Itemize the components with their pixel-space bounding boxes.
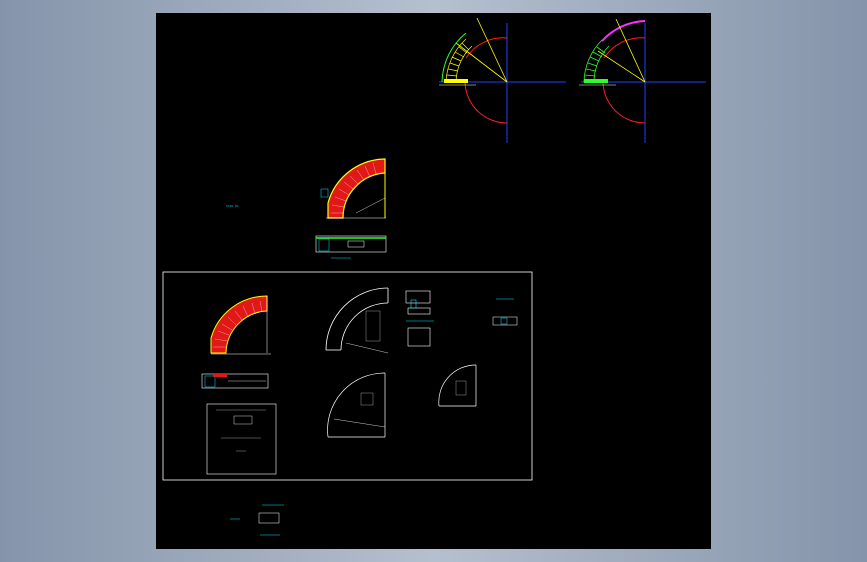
angle-line	[355, 197, 386, 214]
front-view-frame	[407, 327, 431, 347]
dimension-line	[333, 418, 386, 428]
conveyor-side-view[interactable]	[315, 235, 387, 259]
front-view-top	[405, 290, 431, 304]
radial-line	[455, 42, 508, 83]
note-block	[365, 310, 381, 342]
dimension-box	[320, 188, 329, 198]
roller-bed-fill	[327, 158, 386, 219]
note-block	[455, 380, 467, 396]
conveyor-plan-red[interactable]: ▭▭ ▭	[226, 158, 386, 219]
cad-drawing-canvas[interactable]: ▭▭ ▭	[156, 13, 711, 549]
front-view-roller	[407, 307, 431, 315]
dimension-line	[345, 342, 389, 354]
front-view-bracket	[410, 299, 417, 309]
radial-line	[476, 17, 508, 83]
outer-arc-bottom	[602, 81, 646, 124]
outer-curve	[438, 364, 477, 407]
side-view-leg	[318, 238, 330, 252]
conveyor-plan-red-detail[interactable]	[210, 295, 271, 355]
outer-curve	[327, 372, 386, 438]
drawing-sheet: ▭▭ ▭	[162, 17, 706, 536]
outer-arc-bottom	[464, 81, 508, 124]
bottom-detail[interactable]	[230, 504, 284, 536]
bottom-detail-plate	[258, 512, 280, 524]
outer-arc-top	[603, 37, 646, 59]
inner-curve	[340, 302, 389, 351]
roller-bed-fill	[210, 295, 268, 354]
front-view-detail[interactable]	[405, 290, 434, 347]
note-block	[360, 392, 374, 406]
side-view-leg	[204, 375, 216, 388]
outer-curve	[325, 287, 389, 351]
conveyor-plan-yellow[interactable]	[439, 17, 566, 143]
title-block[interactable]	[206, 403, 277, 475]
curve-outline-section[interactable]	[325, 287, 389, 354]
side-view-motor	[347, 240, 365, 248]
base-plate	[444, 79, 468, 83]
curve-section-lower[interactable]	[327, 372, 386, 438]
small-detail-right[interactable]	[492, 298, 518, 326]
side-view-drive	[213, 374, 227, 377]
conveyor-plan-green[interactable]	[579, 18, 706, 143]
roller-fan	[583, 39, 610, 83]
conveyor-side-view-detail[interactable]	[201, 373, 269, 389]
base-plate	[584, 79, 608, 83]
title-block-part	[233, 415, 253, 425]
quarter-section-small[interactable]	[438, 364, 477, 407]
title-block-frame	[206, 403, 277, 475]
dimension-note: ▭▭ ▭	[226, 203, 239, 208]
detail-bolt	[500, 317, 508, 325]
